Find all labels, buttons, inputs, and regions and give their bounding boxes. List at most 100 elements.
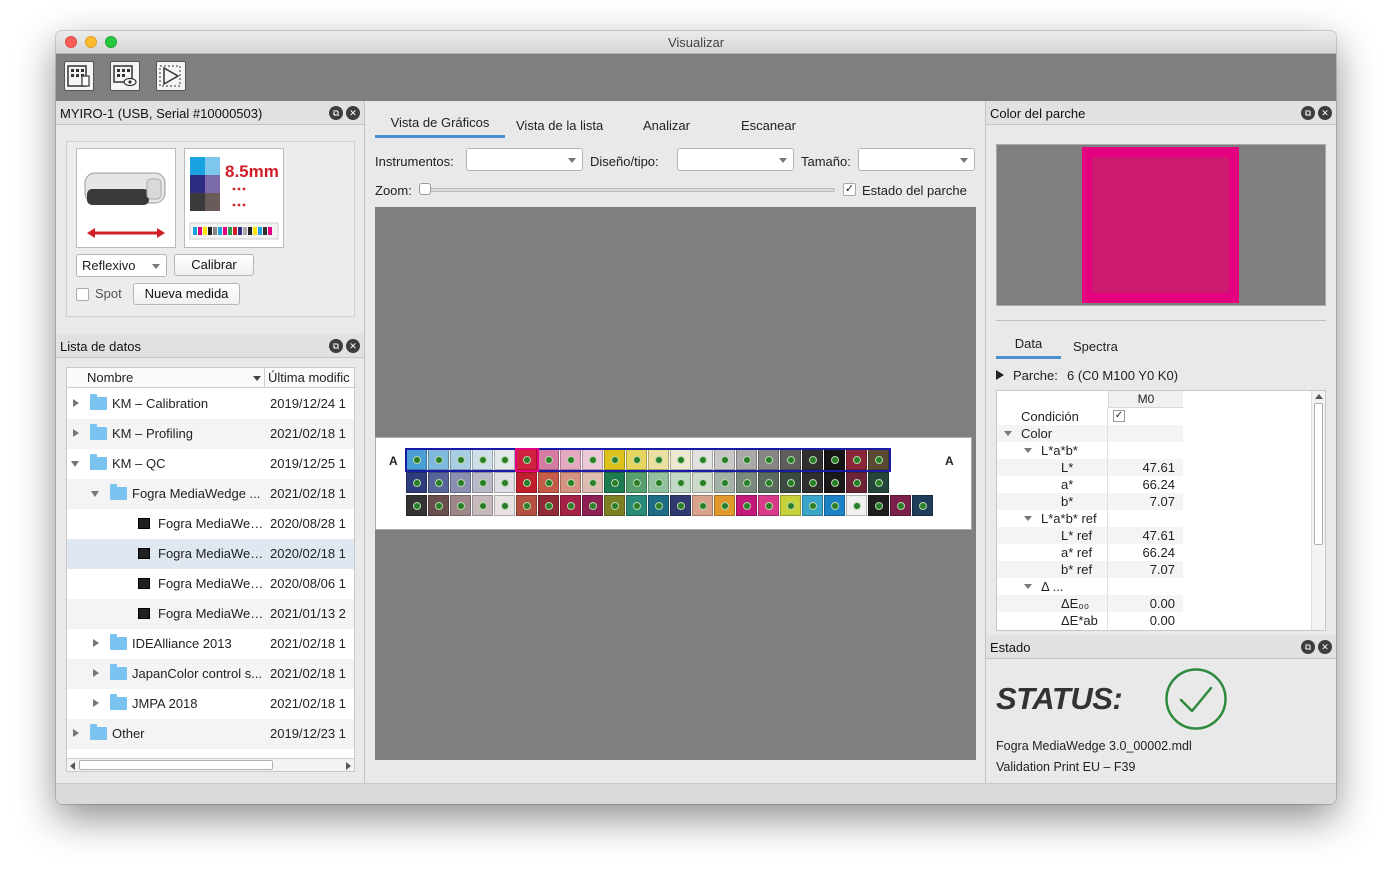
chart-patch[interactable] (472, 495, 493, 516)
expand-icon[interactable] (93, 699, 99, 707)
tree-row[interactable]: Fogra MediaWed... 2020/02/18 1 (67, 539, 354, 569)
tree-row[interactable]: Fogra MediaWed... 2020/08/06 1 (67, 569, 354, 599)
chart-patch[interactable] (582, 472, 603, 493)
chart-patch[interactable] (692, 472, 713, 493)
chart-patch[interactable] (406, 495, 427, 516)
new-measure-button[interactable]: Nueva medida (133, 283, 240, 305)
chart-patch[interactable] (736, 472, 757, 493)
chart-patch[interactable] (736, 495, 757, 516)
expand-patch-icon[interactable] (996, 370, 1004, 380)
chart-patch[interactable] (670, 472, 691, 493)
chart-patch[interactable] (516, 472, 537, 493)
scroll-right-icon[interactable] (346, 762, 351, 770)
data-row[interactable]: Condición ✓ (997, 408, 1183, 425)
calibrate-button[interactable]: Calibrar (174, 254, 254, 276)
layout-select[interactable] (677, 148, 794, 171)
data-row[interactable]: b* 7.07 (997, 493, 1183, 510)
chart-patch[interactable] (626, 495, 647, 516)
view-chart-button[interactable] (110, 61, 140, 91)
close-panel-icon[interactable]: ✕ (346, 339, 360, 353)
chart-patch[interactable] (538, 495, 559, 516)
tab-list-view[interactable]: Vista de la lista (516, 118, 603, 133)
tab-spectra[interactable]: Spectra (1073, 339, 1118, 354)
chart-patch[interactable] (648, 495, 669, 516)
chart-patch[interactable] (868, 495, 889, 516)
chart-patch[interactable] (604, 495, 625, 516)
chart-patch[interactable] (406, 472, 427, 493)
undock-icon[interactable]: ⧉ (1301, 106, 1315, 120)
tab-scan[interactable]: Escanear (741, 118, 796, 133)
close-panel-icon[interactable]: ✕ (346, 106, 360, 120)
chart-patch[interactable] (780, 472, 801, 493)
collapse-icon[interactable] (1024, 584, 1032, 589)
data-row[interactable]: b* ref 7.07 (997, 561, 1183, 578)
chart-patch[interactable] (450, 495, 471, 516)
data-row[interactable]: ΔE₀₀ 0.00 (997, 595, 1183, 612)
name-column-header[interactable]: Nombre (87, 370, 133, 385)
chart-patch[interactable] (560, 472, 581, 493)
chart-patch[interactable] (802, 472, 823, 493)
expand-icon[interactable] (73, 399, 79, 407)
chart-patch[interactable] (582, 495, 603, 516)
chart-patch[interactable] (472, 472, 493, 493)
mode-select[interactable]: Reflexivo (76, 254, 167, 277)
scrollbar-thumb[interactable] (79, 760, 273, 770)
chart-patch[interactable] (516, 495, 537, 516)
size-select[interactable] (858, 148, 975, 171)
scrollbar-thumb[interactable] (1314, 403, 1323, 545)
chart-patch[interactable] (824, 472, 845, 493)
data-row[interactable]: a* 66.24 (997, 476, 1183, 493)
chart-patch[interactable] (912, 495, 933, 516)
close-panel-icon[interactable]: ✕ (1318, 106, 1332, 120)
chart-patch[interactable] (692, 495, 713, 516)
chart-patch[interactable] (428, 472, 449, 493)
data-row[interactable]: L* 47.61 (997, 459, 1183, 476)
tree-row[interactable]: Fogra MediaWed... 2020/08/28 1 (67, 509, 354, 539)
tree-row[interactable]: KM – Profiling 2021/02/18 1 (67, 419, 354, 449)
chart-patch[interactable] (648, 472, 669, 493)
chart-patch[interactable] (670, 495, 691, 516)
chart-patch[interactable] (868, 472, 889, 493)
data-row[interactable]: Color (997, 425, 1183, 442)
collapse-icon[interactable] (1004, 431, 1012, 436)
chart-patch[interactable] (494, 472, 515, 493)
tab-chart-view[interactable]: Vista de Gráficos (375, 115, 505, 138)
data-row[interactable]: L*a*b* (997, 442, 1183, 459)
expand-icon[interactable] (73, 429, 79, 437)
tree-row[interactable]: Fogra MediaWed... 2021/01/13 2 (67, 599, 354, 629)
chart-patch[interactable] (428, 495, 449, 516)
expand-icon[interactable] (93, 639, 99, 647)
condition-checkbox[interactable]: ✓ (1113, 410, 1125, 422)
chart-patch[interactable] (846, 472, 867, 493)
chart-patch[interactable] (560, 495, 581, 516)
play-measure-button[interactable] (156, 61, 186, 91)
collapse-icon[interactable] (71, 461, 79, 467)
scroll-left-icon[interactable] (70, 762, 75, 770)
data-row[interactable]: a* ref 66.24 (997, 544, 1183, 561)
chart-patch[interactable] (758, 472, 779, 493)
expand-icon[interactable] (93, 669, 99, 677)
tree-row[interactable]: KM – Calibration 2019/12/24 1 (67, 389, 354, 419)
measure-chart-button[interactable] (64, 61, 94, 91)
zoom-slider-handle[interactable] (419, 183, 431, 195)
tab-analyze[interactable]: Analizar (643, 118, 690, 133)
tree-row[interactable]: JMPA 2018 2021/02/18 1 (67, 689, 354, 719)
collapse-icon[interactable] (1024, 516, 1032, 521)
close-panel-icon[interactable]: ✕ (1318, 640, 1332, 654)
spot-checkbox[interactable] (76, 288, 89, 301)
vertical-scrollbar[interactable] (1311, 391, 1325, 630)
chart-patch[interactable] (714, 495, 735, 516)
tree-row[interactable]: KM – QC 2019/12/25 1 (67, 449, 354, 479)
chart-patch[interactable] (758, 495, 779, 516)
date-column-header[interactable]: Última modific (268, 370, 354, 385)
chart-patch[interactable] (626, 472, 647, 493)
instruments-select[interactable] (466, 148, 583, 171)
tree-row[interactable]: Other 2019/12/23 1 (67, 719, 354, 749)
patch-state-checkbox[interactable]: ✓ (843, 183, 856, 196)
collapse-icon[interactable] (91, 491, 99, 497)
chart-patch[interactable] (494, 495, 515, 516)
chart-patch[interactable] (824, 495, 845, 516)
horizontal-scrollbar[interactable] (67, 758, 354, 771)
undock-icon[interactable]: ⧉ (1301, 640, 1315, 654)
data-row[interactable]: L* ref 47.61 (997, 527, 1183, 544)
